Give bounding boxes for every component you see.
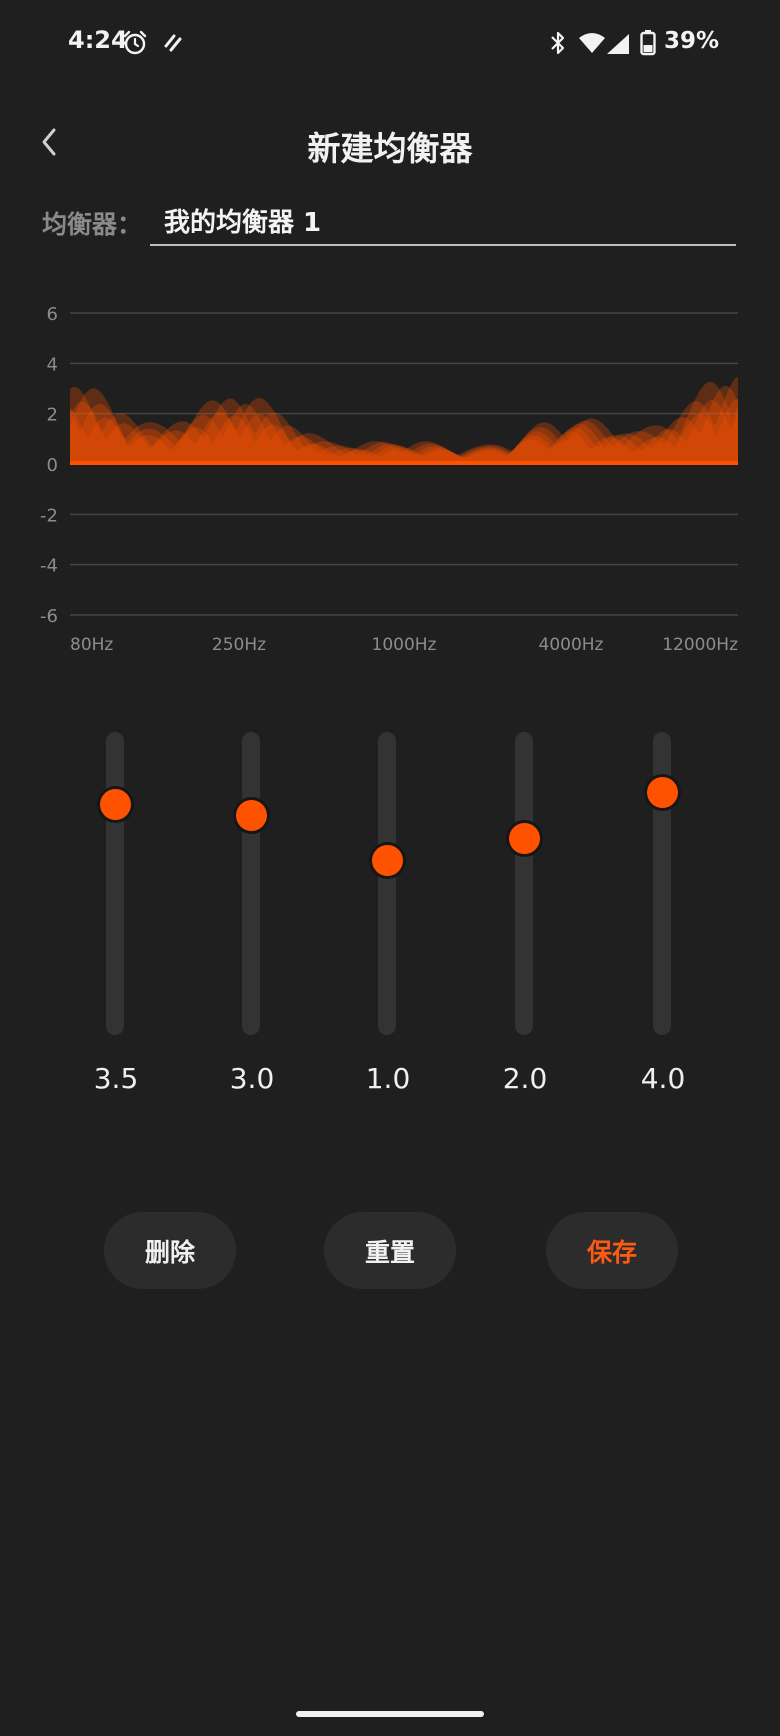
slider-thumb[interactable] (236, 800, 267, 831)
status-time: 4:24 (68, 26, 128, 54)
alarm-icon (122, 30, 148, 60)
y-tick-label: 4 (47, 354, 58, 375)
slider-track (106, 732, 124, 1035)
band-value: 3.0 (229, 1062, 275, 1095)
battery-icon (640, 30, 656, 60)
slider-track (378, 732, 396, 1035)
dnd-icon (162, 32, 184, 58)
band-value: 2.0 (502, 1062, 548, 1095)
battery-percent: 39% (664, 28, 720, 54)
x-tick-label: 1000Hz (372, 635, 437, 655)
slider-thumb[interactable] (509, 822, 540, 854)
y-tick-label: -4 (40, 556, 58, 577)
slider-track (242, 732, 260, 1035)
equalizer-name-label: 均衡器： (42, 210, 143, 239)
band-slider-12000hz[interactable] (633, 732, 693, 1037)
band-value: 1.0 (365, 1062, 411, 1095)
y-tick-label: 6 (47, 304, 58, 325)
band-slider-1000hz[interactable] (358, 732, 418, 1037)
slider-thumb[interactable] (372, 845, 403, 877)
wifi-icon (578, 32, 606, 58)
equalizer-name-input[interactable] (150, 196, 736, 246)
slider-track (515, 732, 533, 1035)
x-tick-label: 250Hz (212, 635, 266, 655)
band-value: 3.5 (93, 1062, 139, 1095)
slider-thumb[interactable] (647, 777, 678, 809)
band-slider-4000hz[interactable] (495, 732, 555, 1037)
save-button[interactable]: 保存 (546, 1212, 678, 1289)
y-tick-label: -2 (40, 505, 58, 526)
cellular-icon (606, 33, 630, 59)
status-bar: 4:24 39% (0, 0, 780, 90)
delete-button[interactable]: 删除 (104, 1212, 236, 1289)
bluetooth-icon (548, 30, 568, 60)
slider-thumb[interactable] (100, 788, 131, 820)
band-slider-80hz[interactable] (86, 732, 146, 1037)
y-tick-label: 0 (47, 455, 58, 476)
x-tick-label: 12000Hz (662, 635, 738, 655)
x-tick-label: 80Hz (70, 635, 113, 655)
x-tick-label: 4000Hz (539, 635, 604, 655)
band-slider-250hz[interactable] (222, 732, 282, 1037)
eq-response-chart: 6 4 2 0 -2 -4 -6 80Hz 250Hz 1000Hz 4000Hz 12000Hz (40, 304, 738, 655)
y-tick-label: 2 (47, 405, 58, 426)
home-indicator[interactable] (296, 1711, 484, 1717)
reset-button[interactable]: 重置 (324, 1212, 456, 1289)
band-value: 4.0 (640, 1062, 686, 1095)
zero-baseline (70, 461, 738, 465)
y-tick-label: -6 (40, 606, 58, 627)
page-title: 新建均衡器 (307, 129, 473, 168)
